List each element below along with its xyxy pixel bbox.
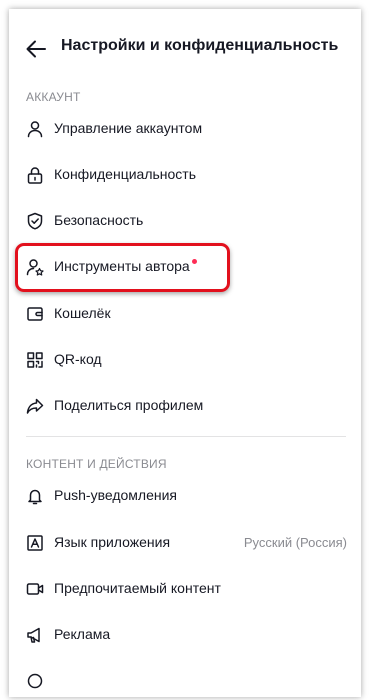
settings-icon	[26, 672, 44, 690]
settings-item-share-profile[interactable]: Поделиться профилем	[9, 385, 361, 429]
settings-item-app-language[interactable]: Язык приложения Русский (Россия)	[9, 522, 361, 566]
bell-icon	[26, 487, 44, 505]
qr-code-icon	[26, 351, 44, 369]
settings-item-label: Конфиденциальность	[54, 166, 197, 182]
settings-item-wallet[interactable]: Кошелёк	[9, 293, 361, 337]
settings-item-label: Предпочитаемый контент	[54, 580, 221, 596]
settings-screen: Настройки и конфиденциальность АККАУНТ У…	[9, 9, 361, 697]
settings-item-label: Поделиться профилем	[54, 397, 204, 413]
header: Настройки и конфиденциальность	[9, 9, 361, 87]
language-icon	[26, 534, 44, 552]
settings-item-label: Push-уведомления	[54, 487, 177, 503]
lock-icon	[26, 166, 44, 184]
section-title-content: КОНТЕНТ И ДЕЙСТВИЯ	[26, 457, 167, 471]
settings-item-privacy[interactable]: Конфиденциальность	[9, 154, 361, 198]
settings-item-manage-account[interactable]: Управление аккаунтом	[9, 108, 361, 152]
settings-item-label: Кошелёк	[54, 305, 111, 321]
shield-icon	[26, 212, 44, 230]
settings-item-partial[interactable]	[9, 660, 361, 697]
page-title: Настройки и конфиденциальность	[61, 37, 339, 54]
settings-item-qr-code[interactable]: QR-код	[9, 339, 361, 383]
settings-item-label: Безопасность	[54, 212, 144, 228]
section-divider	[26, 436, 346, 437]
settings-item-label: Управление аккаунтом	[54, 120, 203, 136]
highlight-outline	[15, 243, 230, 292]
settings-item-label: QR-код	[54, 351, 102, 367]
user-icon	[26, 120, 44, 138]
share-icon	[26, 397, 44, 415]
arrow-left-icon	[26, 40, 46, 58]
video-camera-icon	[26, 580, 44, 598]
section-title-account: АККАУНТ	[26, 90, 81, 104]
settings-item-preferred-content[interactable]: Предпочитаемый контент	[9, 568, 361, 612]
back-button[interactable]	[25, 38, 47, 60]
settings-item-push-notifications[interactable]: Push-уведомления	[9, 475, 361, 519]
wallet-icon	[26, 305, 44, 323]
settings-item-label: Реклама	[54, 626, 111, 642]
selected-language-value: Русский (Россия)	[243, 535, 347, 550]
megaphone-icon	[26, 626, 44, 644]
settings-item-label: Язык приложения	[54, 534, 171, 550]
settings-item-security[interactable]: Безопасность	[9, 200, 361, 244]
settings-item-ads[interactable]: Реклама	[9, 614, 361, 658]
